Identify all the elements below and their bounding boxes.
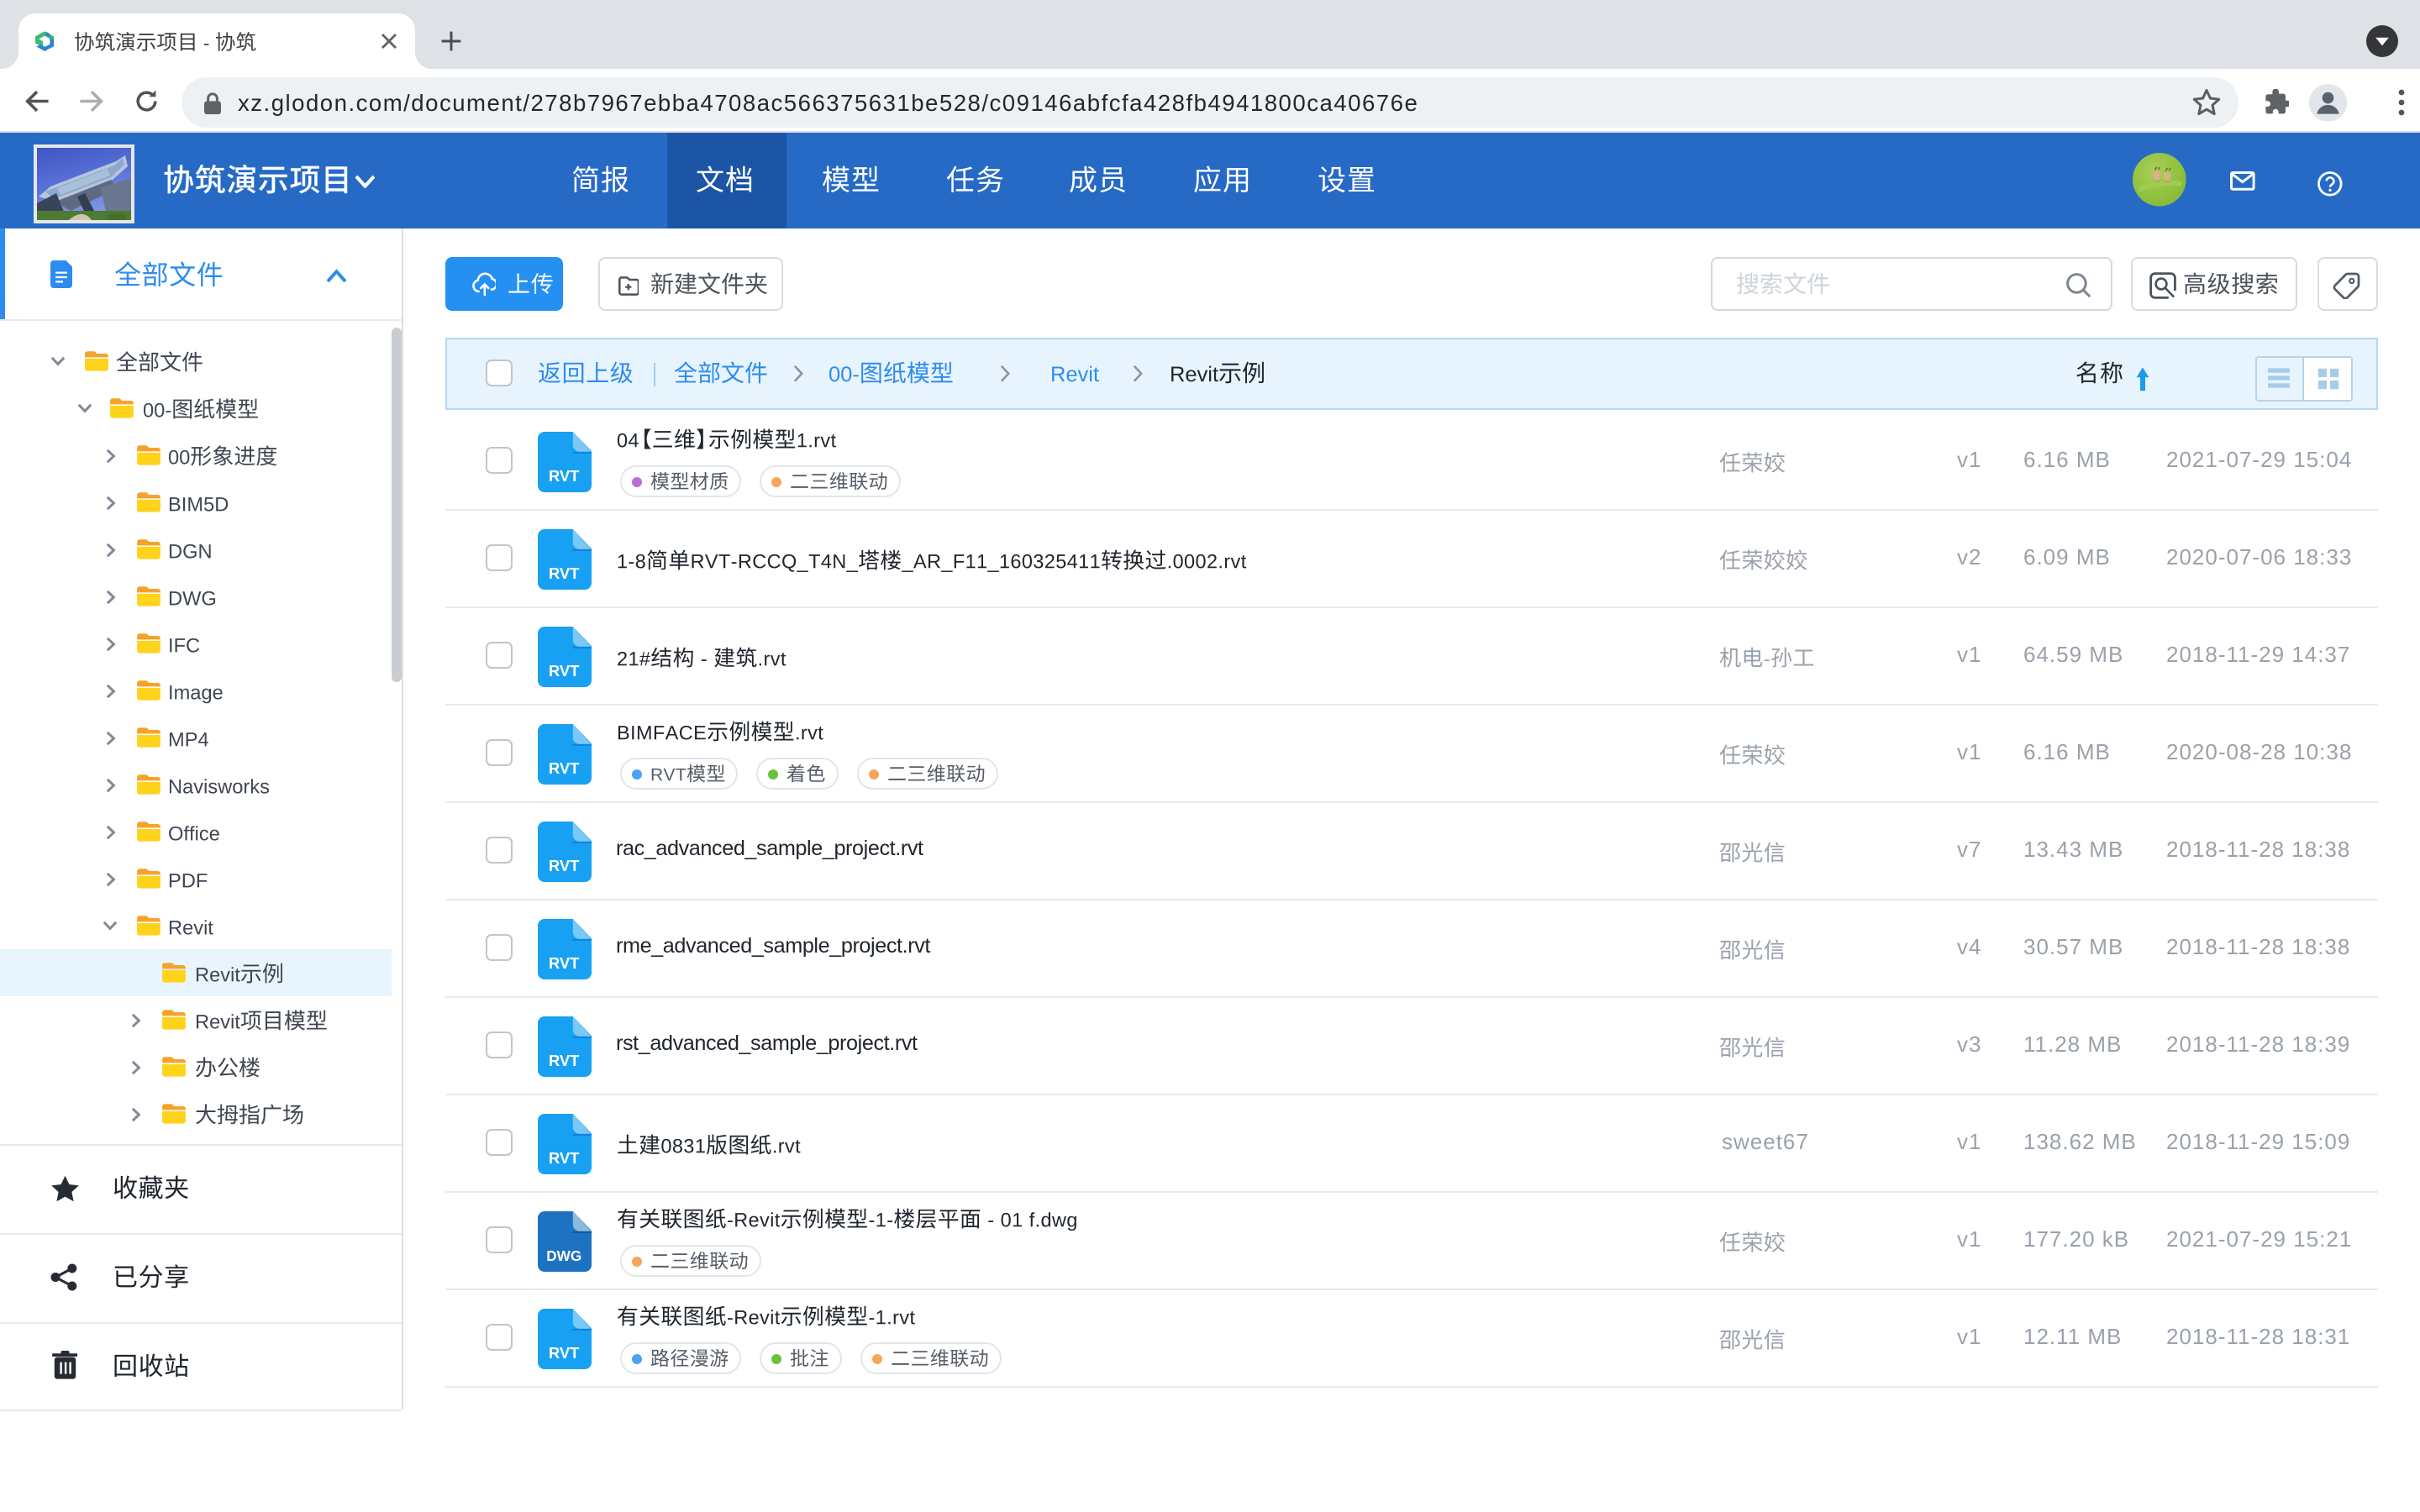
svg-text:RVT: RVT: [549, 857, 580, 874]
svg-text:RVT: RVT: [549, 954, 580, 972]
svg-text:DWG: DWG: [546, 1247, 581, 1264]
svg-text:RVT: RVT: [549, 759, 580, 777]
svg-text:RVT: RVT: [549, 1149, 580, 1167]
svg-text:RVT: RVT: [549, 662, 580, 680]
svg-text:RVT: RVT: [549, 1052, 580, 1069]
svg-text:RVT: RVT: [549, 1344, 580, 1362]
svg-text:RVT: RVT: [549, 467, 580, 485]
svg-text:RVT: RVT: [549, 564, 580, 582]
